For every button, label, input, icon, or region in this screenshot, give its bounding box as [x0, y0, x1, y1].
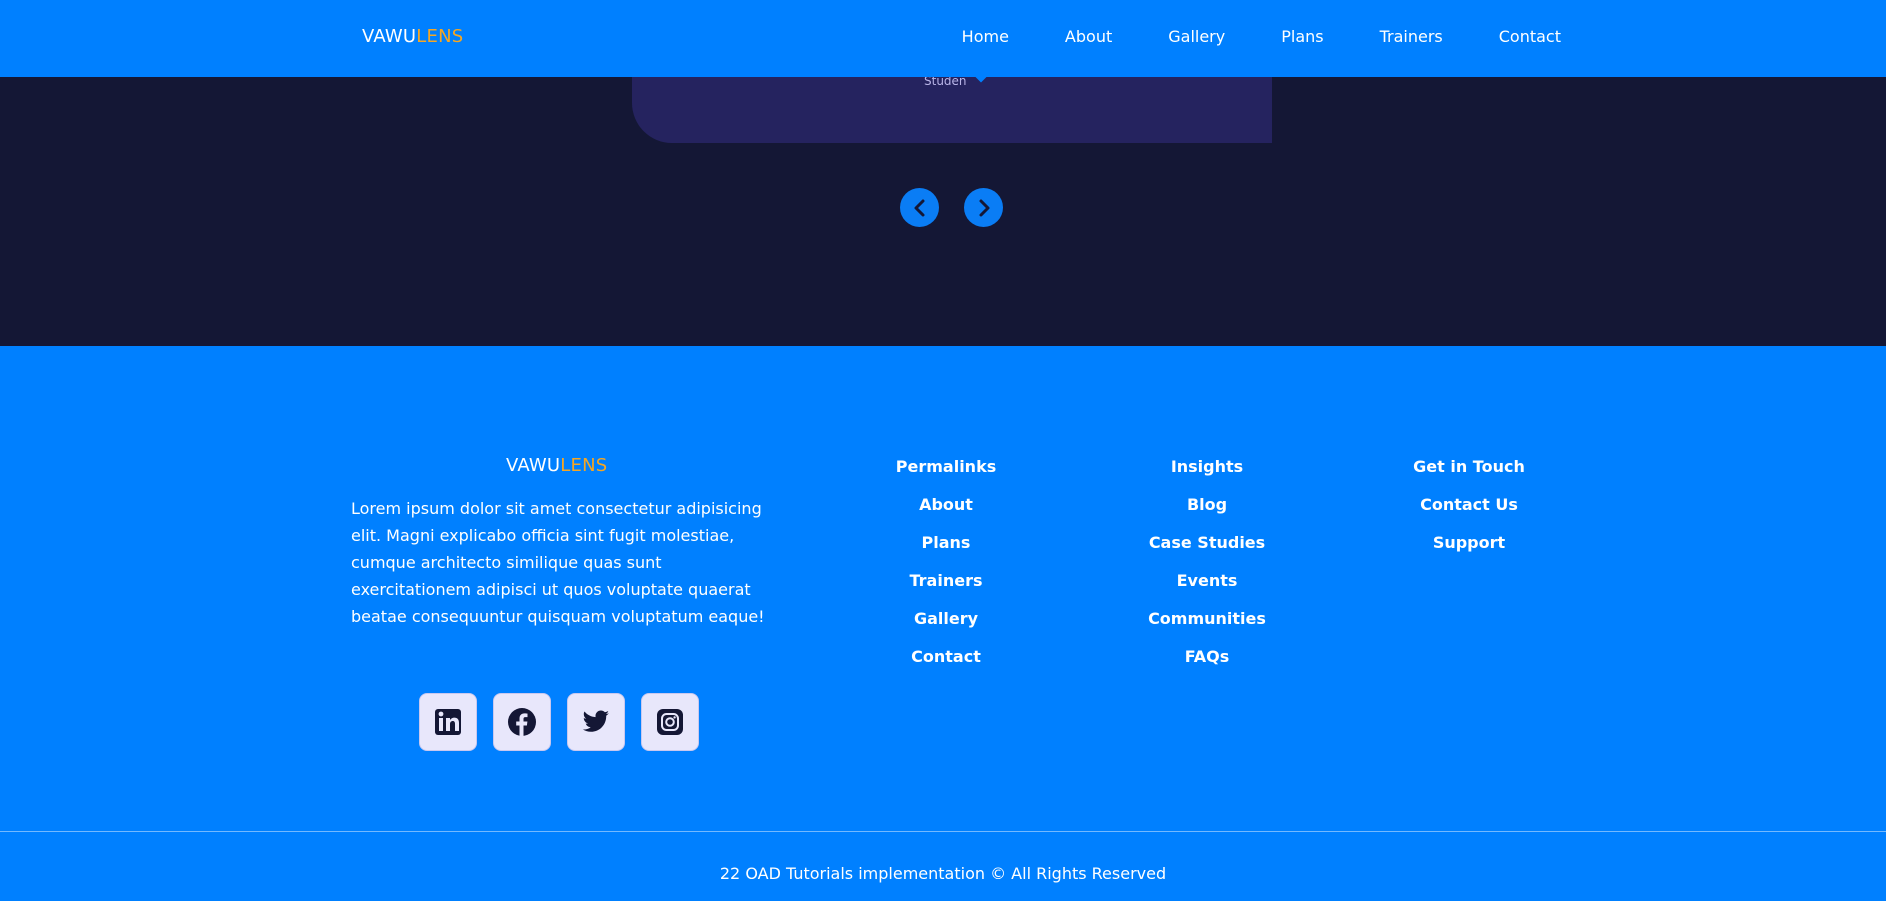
nav-link-plans[interactable]: Plans — [1281, 27, 1323, 46]
footer-link-gallery[interactable]: Gallery — [846, 609, 1046, 647]
nav-link-gallery[interactable]: Gallery — [1168, 27, 1225, 46]
column-title: Insights — [1170, 457, 1244, 476]
twitter-icon — [582, 710, 609, 732]
footer-logo[interactable]: VAWULENS — [506, 455, 607, 476]
footer-link-communities[interactable]: Communities — [1107, 609, 1307, 647]
footer-column-insights: Insights Blog Case Studies Events Commun… — [1107, 457, 1307, 685]
linkedin-icon — [435, 709, 461, 735]
facebook-icon — [508, 708, 536, 736]
footer-link-contact-us[interactable]: Contact Us — [1369, 495, 1569, 533]
chevron-right-icon — [979, 199, 989, 216]
nav-link-trainers[interactable]: Trainers — [1380, 27, 1443, 46]
footer-column-permalinks: Permalinks About Plans Trainers Gallery … — [846, 457, 1046, 685]
footer-divider — [0, 831, 1886, 832]
facebook-button[interactable] — [493, 693, 551, 751]
logo-part-2: LENS — [416, 26, 464, 47]
linkedin-button[interactable] — [419, 693, 477, 751]
footer: VAWULENS Lorem ipsum dolor sit amet cons… — [0, 346, 1886, 901]
column-title: Permalinks — [895, 457, 997, 476]
next-testimonial-button[interactable] — [964, 188, 1003, 227]
twitter-button[interactable] — [567, 693, 625, 751]
footer-column-get-in-touch: Get in Touch Contact Us Support — [1369, 457, 1569, 571]
instagram-icon — [657, 709, 683, 735]
nav-links: Home About Gallery Plans Trainers Contac… — [962, 27, 1561, 46]
social-links — [419, 693, 699, 751]
footer-link-events[interactable]: Events — [1107, 571, 1307, 609]
copyright-text: 22 OAD Tutorials implementation © All Ri… — [719, 864, 1167, 883]
footer-description: Lorem ipsum dolor sit amet consectetur a… — [351, 499, 765, 626]
footer-logo-part-2: LENS — [560, 455, 608, 476]
nav-logo[interactable]: VAWULENS — [362, 26, 463, 47]
top-navbar: VAWULENS Home About Gallery Plans Traine… — [0, 0, 1886, 77]
footer-link-faqs[interactable]: FAQs — [1107, 647, 1307, 685]
prev-testimonial-button[interactable] — [900, 188, 939, 227]
footer-link-trainers[interactable]: Trainers — [846, 571, 1046, 609]
nav-link-home[interactable]: Home — [962, 27, 1009, 46]
chevron-left-icon — [914, 199, 924, 216]
footer-logo-part-1: VAWU — [506, 455, 561, 476]
nav-link-contact[interactable]: Contact — [1499, 27, 1561, 46]
footer-link-blog[interactable]: Blog — [1107, 495, 1307, 533]
footer-link-plans[interactable]: Plans — [846, 533, 1046, 571]
column-title: Get in Touch — [1413, 457, 1525, 476]
nav-link-about[interactable]: About — [1065, 27, 1112, 46]
logo-part-1: VAWU — [362, 26, 417, 47]
instagram-button[interactable] — [641, 693, 699, 751]
footer-link-about[interactable]: About — [846, 495, 1046, 533]
footer-link-support[interactable]: Support — [1369, 533, 1569, 571]
footer-link-case-studies[interactable]: Case Studies — [1107, 533, 1307, 571]
footer-link-contact[interactable]: Contact — [846, 647, 1046, 685]
